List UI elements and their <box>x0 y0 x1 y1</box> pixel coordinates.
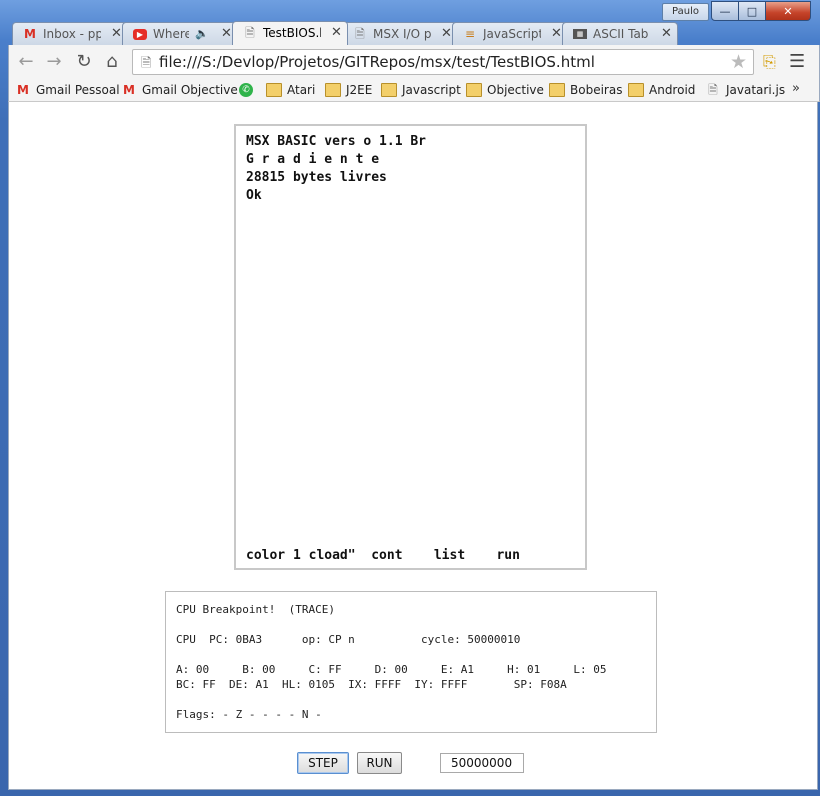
gmail-icon: M <box>17 83 29 97</box>
profile-button[interactable]: Paulo <box>662 3 709 21</box>
tab-where[interactable]: ▶ Where 🔈 ✕ <box>122 22 238 45</box>
bookmark-label: Bobeiras <box>570 83 623 97</box>
function-keys-row: color 1 cload" cont list run <box>246 548 520 563</box>
page-icon: 🗎 <box>355 27 365 41</box>
bookmarks-overflow-button[interactable]: » <box>792 81 800 96</box>
gmail-icon: M <box>24 27 36 41</box>
folder-icon <box>381 83 397 97</box>
browser-toolbar: ← → ↻ ⌂ 🗎 ★ ⎘ ☰ <box>8 45 820 79</box>
window-controls: — □ ✕ <box>711 1 811 21</box>
page-icon: 🗎 <box>141 56 152 71</box>
reload-icon[interactable]: ↻ <box>73 51 95 73</box>
close-icon[interactable]: ✕ <box>766 1 811 21</box>
extension-icon[interactable]: ⎘ <box>763 52 781 71</box>
tab-close-icon[interactable]: ✕ <box>441 26 452 41</box>
url-input[interactable] <box>159 52 719 72</box>
tab-close-icon[interactable]: ✕ <box>331 25 342 40</box>
bookmark-whatsapp[interactable]: ✆ <box>239 81 258 99</box>
folder-icon <box>628 83 644 97</box>
page-icon: 🗎 <box>245 26 255 40</box>
youtube-icon: ▶ <box>133 29 147 40</box>
bookmark-gmail-pessoal[interactable]: M Gmail Pessoal <box>15 81 120 99</box>
screen-line: Ok <box>246 188 262 203</box>
back-icon[interactable]: ← <box>15 51 37 73</box>
tab-ascii[interactable]: ▦ ASCII Tab ✕ <box>562 22 678 45</box>
msx-screen[interactable]: MSX BASIC vers o 1.1 Br G r a d i e n t … <box>234 124 587 570</box>
bookmark-folder-android[interactable]: Android <box>628 81 695 99</box>
tab-inbox[interactable]: M Inbox - pp ✕ <box>12 22 128 45</box>
tab-label: ASCII Tab <box>593 27 649 41</box>
speaker-icon: 🔈 <box>195 27 209 40</box>
bookmark-label: Atari <box>287 83 316 97</box>
tab-strip: M Inbox - pp ✕ ▶ Where 🔈 ✕ 🗎 TestBIOS.h … <box>12 20 709 62</box>
tab-label: Where <box>153 27 189 41</box>
tab-label: TestBIOS.h <box>263 26 321 40</box>
bookmark-label: Gmail Objective <box>142 83 238 97</box>
address-bar[interactable]: 🗎 ★ <box>132 49 754 75</box>
menu-icon[interactable]: ☰ <box>789 51 805 72</box>
page-content: MSX BASIC vers o 1.1 Br G r a d i e n t … <box>8 102 818 790</box>
debug-flags-line: Flags: - Z - - - - N - <box>176 708 322 721</box>
bookmark-folder-objective[interactable]: Objective <box>466 81 544 99</box>
run-button[interactable]: RUN <box>357 752 402 774</box>
bookmark-folder-j2ee[interactable]: J2EE <box>325 81 372 99</box>
tab-close-icon[interactable]: ✕ <box>221 26 232 41</box>
screen-line: MSX BASIC vers o 1.1 Br <box>246 134 427 149</box>
bookmark-label: Javatari.js <box>726 83 786 97</box>
bookmark-label: Javascript <box>402 83 461 97</box>
debug-registers-line: A: 00 B: 00 C: FF D: 00 E: A1 H: 01 L: 0… <box>176 663 607 676</box>
folder-icon <box>325 83 341 97</box>
tab-close-icon[interactable]: ✕ <box>111 26 122 41</box>
bookmark-label: J2EE <box>346 83 373 97</box>
page-icon: 🗎 <box>708 83 718 97</box>
browser-window: Paulo — □ ✕ M Inbox - pp ✕ ▶ Where 🔈 ✕ 🗎… <box>0 0 820 796</box>
bookmark-javatari[interactable]: 🗎 Javatari.js <box>705 81 785 99</box>
maximize-icon[interactable]: □ <box>739 1 766 21</box>
bookmark-folder-bobeiras[interactable]: Bobeiras <box>549 81 622 99</box>
folder-icon <box>266 83 282 97</box>
whatsapp-icon: ✆ <box>239 83 253 97</box>
bookmark-gmail-objective[interactable]: M Gmail Objective <box>121 81 238 99</box>
bookmark-label: Android <box>649 83 696 97</box>
tab-javascript[interactable]: ≡ JavaScript ✕ <box>452 22 568 45</box>
tab-close-icon[interactable]: ✕ <box>661 26 672 41</box>
bookmark-folder-atari[interactable]: Atari <box>266 81 315 99</box>
tab-label: JavaScript <box>483 27 541 41</box>
bookmark-label: Objective <box>487 83 544 97</box>
step-button[interactable]: STEP <box>297 752 349 774</box>
gmail-icon: M <box>123 83 135 97</box>
tab-testbios[interactable]: 🗎 TestBIOS.h ✕ <box>232 21 348 45</box>
debug-cpu-line: CPU PC: 0BA3 op: CP n cycle: 50000010 <box>176 633 521 646</box>
tab-msx-io[interactable]: 🗎 MSX I/O p ✕ <box>342 22 458 45</box>
bookmarks-bar: M Gmail Pessoal M Gmail Objective ✆ Atari … <box>8 79 820 102</box>
tab-close-icon[interactable]: ✕ <box>551 26 562 41</box>
home-icon[interactable]: ⌂ <box>101 51 123 73</box>
bookmark-star-icon[interactable]: ★ <box>730 51 747 73</box>
stackoverflow-icon: ≡ <box>464 27 476 41</box>
debugger-panel: CPU Breakpoint! (TRACE) CPU PC: 0BA3 op:… <box>165 591 657 733</box>
forward-icon[interactable]: → <box>43 51 65 73</box>
tab-label: MSX I/O p <box>373 27 431 41</box>
cycles-input[interactable] <box>440 753 524 773</box>
screen-line: G r a d i e n t e <box>246 152 380 167</box>
bookmark-folder-javascript[interactable]: Javascript <box>381 81 461 99</box>
folder-icon <box>466 83 482 97</box>
minimize-icon[interactable]: — <box>711 1 739 21</box>
bookmark-label: Gmail Pessoal <box>36 83 120 97</box>
ascii-icon: ▦ <box>573 29 587 39</box>
folder-icon <box>549 83 565 97</box>
debug-pairs-line: BC: FF DE: A1 HL: 0105 IX: FFFF IY: FFFF… <box>176 678 567 691</box>
debug-status-line: CPU Breakpoint! (TRACE) <box>176 603 335 616</box>
screen-line: 28815 bytes livres <box>246 170 387 185</box>
tab-label: Inbox - pp <box>43 27 101 41</box>
